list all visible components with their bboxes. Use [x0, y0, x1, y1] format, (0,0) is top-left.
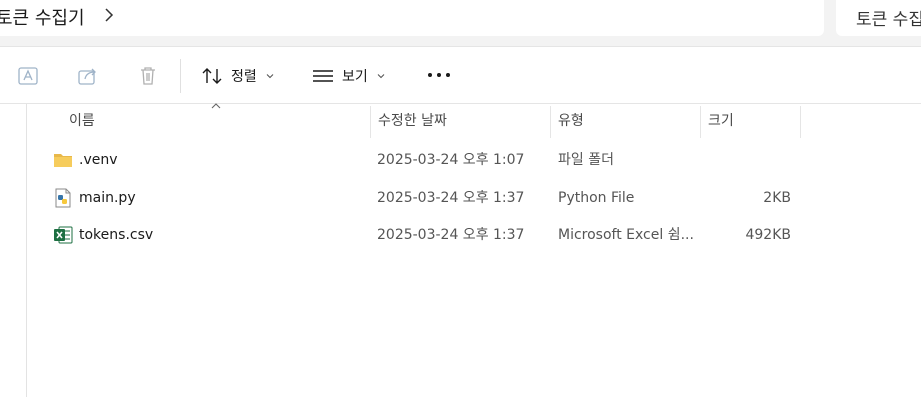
column-separator[interactable] — [700, 106, 701, 138]
view-list-icon — [313, 70, 333, 82]
file-modified: 2025-03-24 오후 1:07 — [377, 152, 525, 168]
folder-icon — [54, 154, 72, 167]
more-dot — [446, 73, 450, 77]
excel-file-icon — [54, 226, 73, 244]
file-row[interactable]: main.py 2025-03-24 오후 1:37 Python File 2… — [27, 180, 921, 216]
breadcrumb-current-folder[interactable]: 토큰 수집기 — [0, 4, 85, 30]
more-options-button[interactable] — [428, 67, 450, 83]
command-bar: 정렬 보기 — [0, 46, 921, 104]
column-separator[interactable] — [550, 106, 551, 138]
column-header-type[interactable]: 유형 — [558, 104, 584, 138]
file-size: 2KB — [763, 190, 791, 206]
column-separator[interactable] — [800, 106, 801, 138]
file-row[interactable]: .venv 2025-03-24 오후 1:07 파일 폴더 — [27, 142, 921, 178]
share-icon[interactable] — [77, 65, 99, 87]
file-type: 파일 폴더 — [558, 152, 614, 168]
chevron-down-icon — [266, 74, 274, 79]
sort-icon — [202, 68, 222, 84]
column-separator[interactable] — [370, 106, 371, 138]
file-name: main.py — [79, 190, 136, 206]
search-placeholder: 토큰 수집 — [856, 10, 921, 30]
more-dot — [428, 73, 432, 77]
rename-icon[interactable] — [17, 65, 39, 87]
file-size: 492KB — [745, 227, 791, 243]
search-box[interactable]: 토큰 수집 — [836, 0, 921, 36]
file-name: tokens.csv — [79, 227, 154, 243]
view-label: 보기 — [342, 69, 368, 85]
file-row[interactable]: tokens.csv 2025-03-24 오후 1:37 Microsoft … — [27, 217, 921, 253]
file-modified: 2025-03-24 오후 1:37 — [377, 227, 525, 243]
chevron-down-icon — [377, 74, 385, 79]
more-dot — [437, 73, 441, 77]
column-header-name[interactable]: 이름 — [69, 104, 95, 138]
chevron-right-icon[interactable] — [101, 7, 117, 23]
toolbar-divider — [180, 59, 181, 93]
python-file-icon — [55, 188, 71, 208]
column-header-row: 이름 수정한 날짜 유형 크기 — [27, 103, 921, 138]
column-header-size[interactable]: 크기 — [708, 104, 734, 138]
sort-button[interactable]: 정렬 — [201, 61, 275, 91]
address-bar[interactable]: 토큰 수집기 — [0, 0, 824, 36]
view-button[interactable]: 보기 — [312, 61, 386, 91]
file-type: Microsoft Excel 쉼... — [558, 227, 694, 243]
column-header-modified[interactable]: 수정한 날짜 — [378, 104, 447, 138]
file-name: .venv — [79, 152, 118, 168]
delete-icon[interactable] — [137, 65, 159, 87]
sort-label: 정렬 — [231, 69, 257, 85]
file-type: Python File — [558, 190, 635, 206]
file-modified: 2025-03-24 오후 1:37 — [377, 190, 525, 206]
sort-ascending-caret-icon — [211, 103, 221, 109]
address-bar-row: 토큰 수집기 토큰 수집 — [0, 0, 921, 46]
